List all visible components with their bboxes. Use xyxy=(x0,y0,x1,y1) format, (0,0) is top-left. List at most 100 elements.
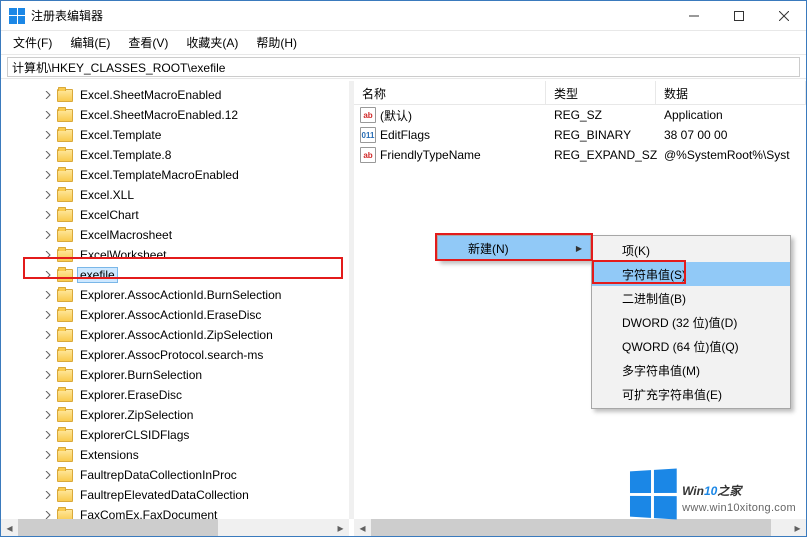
list-row[interactable]: abFriendlyTypeNameREG_EXPAND_SZ@%SystemR… xyxy=(354,145,806,165)
address-input[interactable] xyxy=(7,57,800,77)
chevron-right-icon[interactable] xyxy=(43,510,53,519)
chevron-right-icon[interactable] xyxy=(43,190,53,200)
value-data: Application xyxy=(656,108,806,122)
ctx-key[interactable]: 项(K) xyxy=(592,238,790,262)
chevron-right-icon[interactable] xyxy=(43,250,53,260)
chevron-right-icon[interactable] xyxy=(43,170,53,180)
scroll-right-icon[interactable]: ▸ xyxy=(789,519,806,536)
chevron-right-icon[interactable] xyxy=(43,390,53,400)
folder-icon xyxy=(57,109,73,122)
folder-icon xyxy=(57,289,73,302)
maximize-button[interactable] xyxy=(716,1,761,31)
ctx-expand[interactable]: 可扩充字符串值(E) xyxy=(592,382,790,406)
tree-item-label: Explorer.AssocProtocol.search-ms xyxy=(77,348,266,362)
chevron-right-icon[interactable] xyxy=(43,290,53,300)
chevron-right-icon[interactable] xyxy=(43,430,53,440)
chevron-right-icon[interactable] xyxy=(43,90,53,100)
tree-item[interactable]: Extensions xyxy=(1,445,349,465)
tree-item[interactable]: Explorer.AssocActionId.ZipSelection xyxy=(1,325,349,345)
tree-item[interactable]: Excel.Template xyxy=(1,125,349,145)
chevron-right-icon[interactable] xyxy=(43,210,53,220)
tree-item[interactable]: FaxComEx.FaxDocument xyxy=(1,505,349,519)
scroll-thumb[interactable] xyxy=(371,519,771,536)
chevron-right-icon[interactable] xyxy=(43,230,53,240)
chevron-right-icon[interactable] xyxy=(43,310,53,320)
tree-view[interactable]: Excel.SheetMacroEnabledExcel.SheetMacroE… xyxy=(1,81,349,519)
chevron-right-icon[interactable] xyxy=(43,490,53,500)
tree-item[interactable]: Explorer.AssocActionId.EraseDisc xyxy=(1,305,349,325)
folder-icon xyxy=(57,309,73,322)
scroll-thumb[interactable] xyxy=(18,519,218,536)
tree-item-label: Explorer.ZipSelection xyxy=(77,408,196,422)
ctx-binary[interactable]: 二进制值(B) xyxy=(592,286,790,310)
tree-item[interactable]: ExplorerCLSIDFlags xyxy=(1,425,349,445)
menu-file[interactable]: 文件(F) xyxy=(5,31,60,54)
menu-help[interactable]: 帮助(H) xyxy=(248,31,305,54)
list-row[interactable]: 011EditFlagsREG_BINARY38 07 00 00 xyxy=(354,125,806,145)
list-row[interactable]: ab(默认)REG_SZApplication xyxy=(354,105,806,125)
tree-item[interactable]: Excel.SheetMacroEnabled.12 xyxy=(1,105,349,125)
value-str-icon: ab xyxy=(360,107,376,123)
close-button[interactable] xyxy=(761,1,806,31)
watermark-logo xyxy=(628,470,676,518)
menubar: 文件(F) 编辑(E) 查看(V) 收藏夹(A) 帮助(H) xyxy=(1,31,806,55)
tree-item[interactable]: Explorer.AssocActionId.BurnSelection xyxy=(1,285,349,305)
value-bin-icon: 011 xyxy=(360,127,376,143)
tree-item[interactable]: Explorer.AssocProtocol.search-ms xyxy=(1,345,349,365)
chevron-right-icon[interactable] xyxy=(43,150,53,160)
folder-icon xyxy=(57,469,73,482)
folder-icon xyxy=(57,89,73,102)
tree-item-label: ExplorerCLSIDFlags xyxy=(77,428,192,442)
ctx-string[interactable]: 字符串值(S) xyxy=(592,262,790,286)
chevron-right-icon[interactable] xyxy=(43,130,53,140)
scroll-left-icon[interactable]: ◂ xyxy=(1,519,18,536)
tree-item[interactable]: Excel.SheetMacroEnabled xyxy=(1,85,349,105)
folder-icon xyxy=(57,449,73,462)
tree-item[interactable]: Explorer.EraseDisc xyxy=(1,385,349,405)
chevron-right-icon[interactable] xyxy=(43,330,53,340)
list-hscroll[interactable]: ◂ ▸ xyxy=(354,519,806,536)
col-type[interactable]: 类型 xyxy=(546,81,656,104)
value-type: REG_EXPAND_SZ xyxy=(546,148,656,162)
scroll-right-icon[interactable]: ▸ xyxy=(332,519,349,536)
folder-icon xyxy=(57,329,73,342)
chevron-right-icon[interactable] xyxy=(43,350,53,360)
tree-item[interactable]: exefile xyxy=(1,265,349,285)
menu-edit[interactable]: 编辑(E) xyxy=(62,31,118,54)
tree-item[interactable]: Excel.TemplateMacroEnabled xyxy=(1,165,349,185)
tree-item-label: Explorer.BurnSelection xyxy=(77,368,205,382)
menu-view[interactable]: 查看(V) xyxy=(120,31,176,54)
ctx-new-label: 新建(N) xyxy=(468,240,509,257)
chevron-right-icon[interactable] xyxy=(43,270,53,280)
col-data[interactable]: 数据 xyxy=(656,81,806,104)
ctx-multi[interactable]: 多字符串值(M) xyxy=(592,358,790,382)
ctx-dword[interactable]: DWORD (32 位)值(D) xyxy=(592,310,790,334)
minimize-button[interactable] xyxy=(671,1,716,31)
chevron-right-icon[interactable] xyxy=(43,410,53,420)
tree-item[interactable]: ExcelChart xyxy=(1,205,349,225)
tree-item-label: ExcelChart xyxy=(77,208,142,222)
tree-item[interactable]: Excel.XLL xyxy=(1,185,349,205)
chevron-right-icon[interactable] xyxy=(43,370,53,380)
chevron-right-icon[interactable] xyxy=(43,470,53,480)
tree-item[interactable]: FaultrepDataCollectionInProc xyxy=(1,465,349,485)
tree-item[interactable]: ExcelMacrosheet xyxy=(1,225,349,245)
tree-item-label: ExcelMacrosheet xyxy=(77,228,175,242)
tree-item[interactable]: Explorer.ZipSelection xyxy=(1,405,349,425)
tree-item[interactable]: Explorer.BurnSelection xyxy=(1,365,349,385)
tree-item[interactable]: FaultrepElevatedDataCollection xyxy=(1,485,349,505)
tree-item[interactable]: ExcelWorksheet xyxy=(1,245,349,265)
folder-icon xyxy=(57,369,73,382)
chevron-right-icon[interactable] xyxy=(43,110,53,120)
ctx-new[interactable]: 新建(N) xyxy=(438,236,590,260)
folder-icon xyxy=(57,129,73,142)
col-name[interactable]: 名称 xyxy=(354,81,546,104)
chevron-right-icon[interactable] xyxy=(43,450,53,460)
value-name: FriendlyTypeName xyxy=(380,148,481,162)
menu-favorites[interactable]: 收藏夹(A) xyxy=(178,31,246,54)
scroll-left-icon[interactable]: ◂ xyxy=(354,519,371,536)
context-menu-main: 新建(N) xyxy=(437,235,591,261)
tree-hscroll[interactable]: ◂ ▸ xyxy=(1,519,349,536)
ctx-qword[interactable]: QWORD (64 位)值(Q) xyxy=(592,334,790,358)
tree-item[interactable]: Excel.Template.8 xyxy=(1,145,349,165)
